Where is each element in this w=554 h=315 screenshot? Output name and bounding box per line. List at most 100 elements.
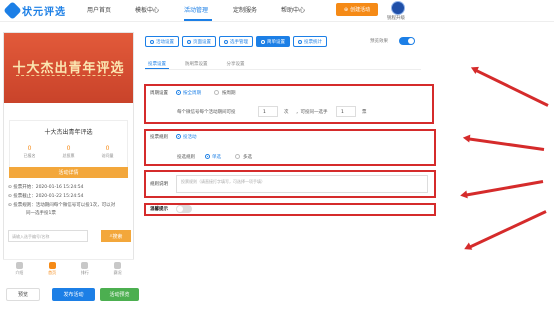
info-end-time: ⊙ 投票截止：2020-01-22 15:24:54 bbox=[8, 194, 84, 199]
multi-choice-radio[interactable] bbox=[235, 154, 240, 159]
user-icon bbox=[224, 39, 228, 44]
annotation-arrow-4 bbox=[467, 210, 547, 250]
toolbar-label: 活动设置 bbox=[156, 39, 174, 45]
info-icon bbox=[15, 262, 23, 269]
toolbar-label: 页面设置 bbox=[193, 39, 211, 45]
annotation-arrow-3 bbox=[463, 180, 544, 197]
person-icon bbox=[48, 262, 56, 269]
info-rule: ⊙ 投票规则：活动期间每个微信号可以投1次，可以对 bbox=[8, 203, 116, 208]
activity-settings-button[interactable]: 活动设置 bbox=[145, 36, 179, 47]
rule-description-input[interactable]: 投票规则（请直接打字填写，可选择一项手填） bbox=[176, 175, 428, 193]
stat-number: 0 bbox=[27, 145, 32, 152]
nav-template-center[interactable]: 模板中心 bbox=[135, 5, 159, 14]
stats-row: 0 已报名 0 总投票 0 访问量 bbox=[10, 145, 127, 159]
create-activity-button[interactable]: ⊕ 创建活动 bbox=[336, 3, 378, 16]
tab-home[interactable]: 首页 bbox=[48, 260, 56, 277]
vote-times-input[interactable]: 1 bbox=[258, 106, 278, 117]
avatar[interactable] bbox=[391, 1, 405, 15]
nav-help-center[interactable]: 帮助中心 bbox=[281, 5, 305, 14]
search-button[interactable]: ⌕ 搜索 bbox=[101, 230, 131, 242]
rule-description-label: 规则说明 bbox=[150, 182, 168, 187]
simple-settings-button[interactable]: 简单设置 bbox=[256, 36, 290, 47]
page-icon bbox=[187, 39, 191, 44]
annotation-arrow-1 bbox=[473, 68, 549, 107]
player-search-input[interactable]: 请输入选手编号/名称 bbox=[8, 230, 88, 242]
banner-decoration bbox=[16, 75, 121, 78]
period-full-radio[interactable] bbox=[176, 90, 181, 95]
chart-icon bbox=[298, 39, 302, 44]
brand-logo[interactable]: 状元评选 bbox=[3, 1, 66, 20]
top-bar: 状元评选 用户首页 模板中心 活动管理 定制服务 帮助中心 ⊕ 创建活动 锐程升… bbox=[0, 0, 554, 22]
period-full-label: 按全周期 bbox=[183, 91, 201, 96]
stat-label: 总投票 bbox=[62, 153, 75, 158]
subtab-share-settings[interactable]: 分享设置 bbox=[224, 58, 248, 69]
times-unit: 次 bbox=[284, 110, 289, 115]
activity-detail-button[interactable]: 活动详情 bbox=[9, 167, 128, 178]
status-icon bbox=[114, 262, 122, 269]
tab-label: 首页 bbox=[48, 270, 57, 275]
banner-title: 十大杰出青年评选 bbox=[12, 61, 125, 76]
toolbar-label: 简单设置 bbox=[267, 39, 285, 45]
tab-intro[interactable]: 介绍 bbox=[15, 260, 23, 277]
toolbar-label: 投票统计 bbox=[304, 39, 322, 45]
preview-button[interactable]: 预览 bbox=[6, 288, 40, 301]
phone-tab-bar: 介绍 首页 排行 赛况 bbox=[3, 259, 134, 277]
period-cycle-radio[interactable] bbox=[214, 90, 219, 95]
preview-effect-toggle[interactable] bbox=[399, 37, 415, 45]
info-rule-text: 投票规则：活动期间每个微信号可以投1次，可以对 bbox=[13, 203, 116, 208]
votes-unit: 票 bbox=[362, 110, 367, 115]
nav-activity-management[interactable]: 活动管理 bbox=[184, 5, 208, 14]
stat-label: 访问量 bbox=[101, 153, 114, 158]
subtab-vote-settings[interactable]: 投票设置 bbox=[145, 58, 169, 69]
create-activity-label: 创建活动 bbox=[350, 7, 371, 13]
toggle-knob bbox=[408, 38, 414, 44]
info-rule-cont: 同一选手投1票 bbox=[26, 211, 56, 216]
preview-effect-label: 预览效果 bbox=[370, 39, 388, 44]
subtab-anti-fraud[interactable]: 防刷票设置 bbox=[182, 58, 211, 69]
tab-label: 赛况 bbox=[113, 270, 122, 275]
period-cycle-label: 按周期 bbox=[222, 91, 236, 96]
nav-custom-service[interactable]: 定制服务 bbox=[233, 5, 257, 14]
tab-label: 介绍 bbox=[15, 270, 24, 275]
nav-user-home[interactable]: 用户首页 bbox=[87, 5, 111, 14]
annotation-arrow-2 bbox=[466, 137, 545, 151]
stat-votes: 0 总投票 bbox=[63, 145, 75, 159]
tab-status[interactable]: 赛况 bbox=[114, 260, 122, 277]
active-nav-indicator bbox=[184, 19, 212, 21]
single-choice-radio[interactable] bbox=[205, 154, 210, 159]
user-label: 锐程升级 bbox=[387, 16, 405, 21]
vote-activity-label: 投活动 bbox=[183, 135, 197, 140]
info-start-time: ⊙ 投票开始：2020-01-16 15:24:54 bbox=[8, 185, 84, 190]
player-management-button[interactable]: 选手管理 bbox=[219, 36, 253, 47]
toggle-knob bbox=[177, 206, 183, 212]
period-label: 周期设置 bbox=[150, 91, 168, 96]
sliders-icon bbox=[261, 39, 265, 44]
settings-icon bbox=[150, 39, 154, 44]
votes-per-player-input[interactable]: 1 bbox=[336, 106, 356, 117]
tip-toggle[interactable] bbox=[176, 205, 192, 213]
ranking-icon bbox=[81, 262, 89, 269]
stat-visits: 0 访问量 bbox=[102, 145, 114, 159]
page-settings-button[interactable]: 页面设置 bbox=[182, 36, 216, 47]
settings-subtabs: 投票设置 防刷票设置 分享设置 bbox=[145, 58, 421, 70]
tip-label: 温馨提示 bbox=[150, 207, 168, 212]
logo-text: 状元评选 bbox=[22, 7, 66, 18]
select-rule-label: 投选规则 bbox=[177, 155, 195, 160]
vote-statistics-button[interactable]: 投票统计 bbox=[293, 36, 327, 47]
stat-registered: 0 已报名 bbox=[24, 145, 36, 159]
publish-activity-button[interactable]: 发布活动 bbox=[52, 288, 95, 301]
logo-icon bbox=[3, 1, 22, 20]
stat-number: 0 bbox=[105, 145, 110, 152]
single-choice-label: 单选 bbox=[212, 155, 221, 160]
card-title: 十大杰出青年评选 bbox=[44, 129, 93, 136]
stat-label: 已报名 bbox=[23, 153, 36, 158]
tab-ranking[interactable]: 排行 bbox=[81, 260, 89, 277]
vote-activity-radio[interactable] bbox=[176, 134, 181, 139]
vote-rule-label: 投票规则 bbox=[150, 135, 168, 140]
multi-choice-label: 多选 bbox=[243, 155, 252, 160]
tab-label: 排行 bbox=[80, 270, 89, 275]
toolbar-label: 选手管理 bbox=[230, 39, 248, 45]
activity-banner: 十大杰出青年评选 bbox=[4, 33, 133, 103]
info-end-text: 投票截止：2020-01-22 15:24:54 bbox=[13, 194, 84, 199]
activity-preview-button[interactable]: 活动预览 bbox=[100, 288, 139, 301]
